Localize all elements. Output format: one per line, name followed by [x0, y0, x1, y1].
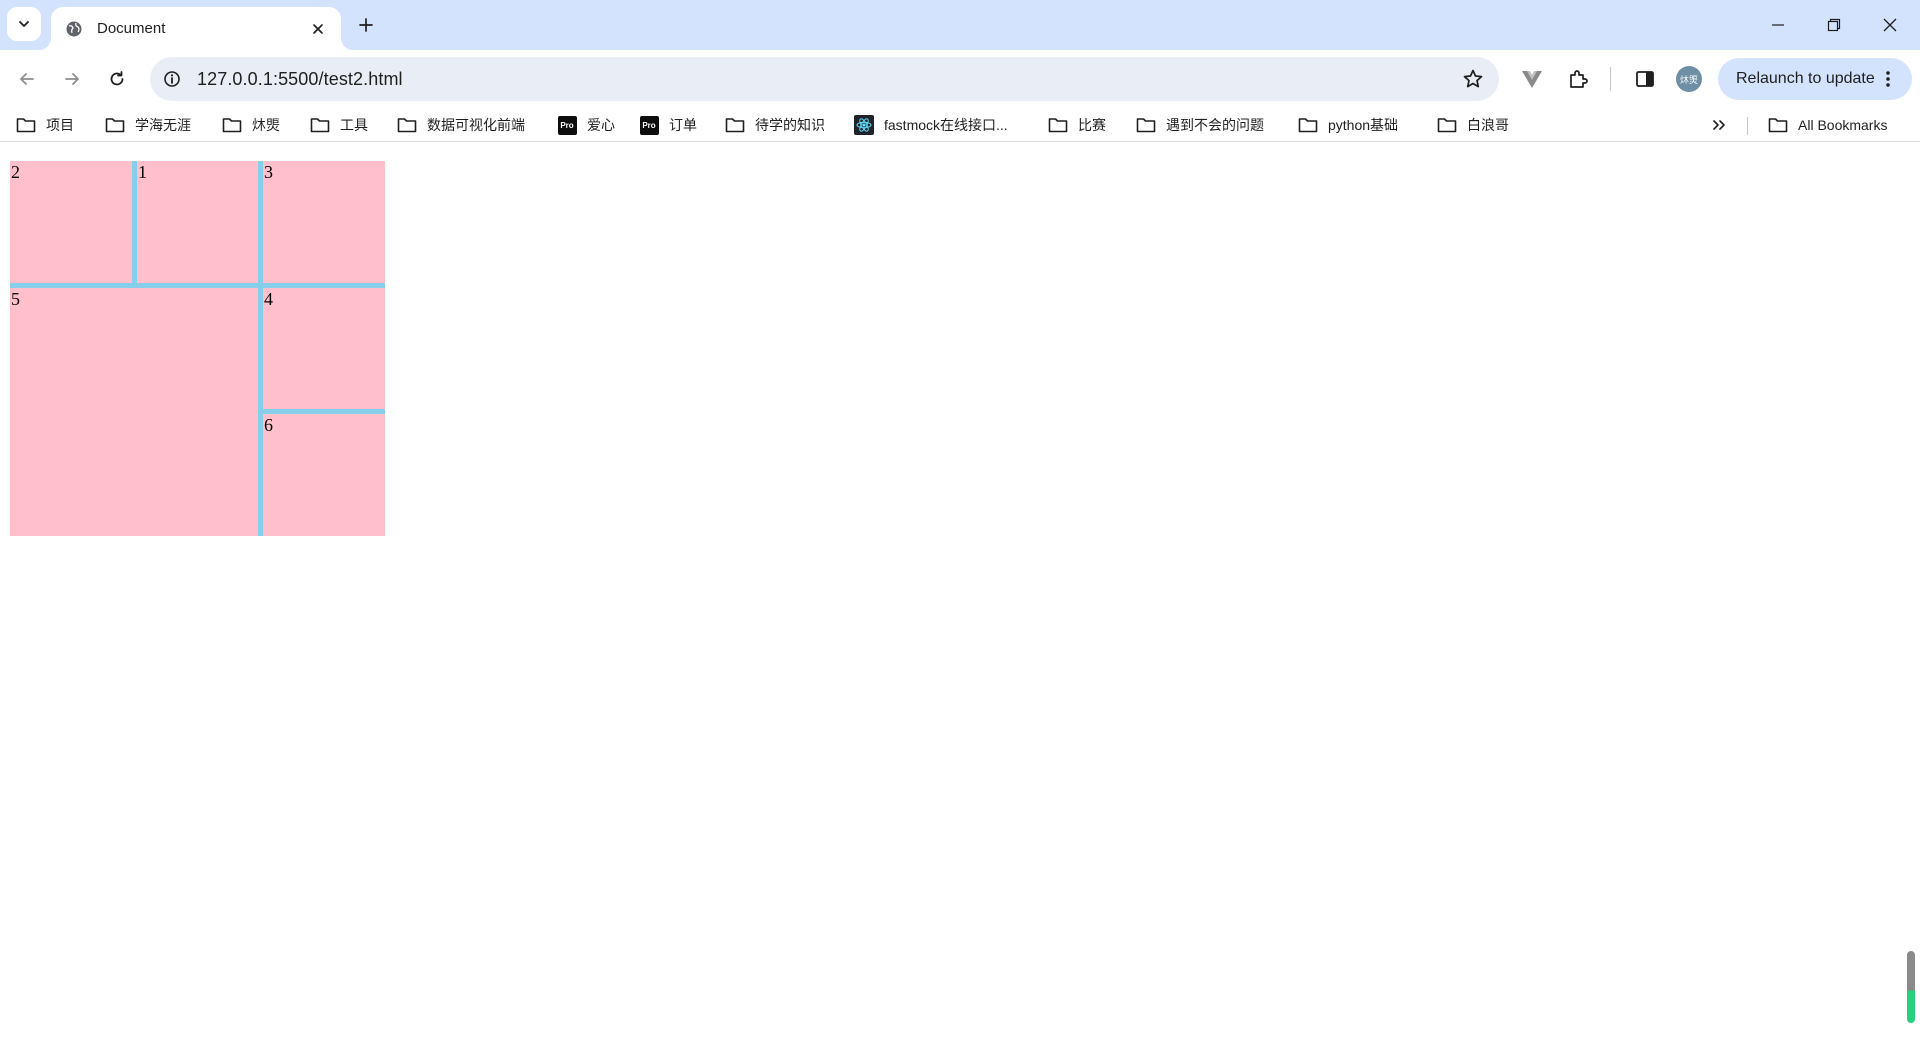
grid-cell: 4 — [263, 288, 385, 409]
bookmark-item[interactable]: 白浪哥 — [1437, 113, 1509, 137]
star-icon — [1463, 69, 1483, 88]
site-info-button[interactable] — [161, 68, 183, 90]
bookmark-item[interactable]: 项目 — [16, 113, 74, 137]
relaunch-to-update-button[interactable]: Relaunch to update — [1718, 58, 1912, 100]
bookmark-item[interactable]: 炑煚 — [222, 113, 280, 137]
bookmark-item[interactable]: Pro 爱心 — [557, 113, 615, 137]
bookmark-label: fastmock在线接口... — [884, 117, 1008, 133]
globe-icon — [65, 20, 83, 38]
all-bookmarks-button[interactable]: All Bookmarks — [1768, 113, 1887, 137]
new-tab-button[interactable] — [351, 10, 381, 40]
bookmark-label: 比赛 — [1078, 117, 1106, 133]
grid-container: 2 1 3 5 4 6 — [10, 161, 385, 536]
scroll-indicator[interactable] — [1907, 951, 1915, 1023]
bookmark-label: 项目 — [46, 117, 74, 133]
folder-icon — [16, 115, 36, 135]
info-icon — [164, 71, 180, 87]
folder-icon — [1768, 115, 1788, 135]
bookmark-label: 工具 — [340, 117, 368, 133]
plus-icon — [359, 18, 373, 32]
minimize-icon — [1772, 24, 1784, 26]
grid-cell: 1 — [137, 161, 258, 283]
profile-avatar[interactable]: 炑煚 — [1676, 66, 1702, 92]
close-icon — [313, 23, 323, 34]
bookmark-item[interactable]: 待学的知识 — [725, 113, 825, 137]
close-window-button[interactable] — [1862, 0, 1918, 50]
puzzle-icon — [1570, 70, 1588, 88]
folder-icon — [1048, 115, 1068, 135]
bookmark-label: 爱心 — [587, 117, 615, 133]
bookmark-item[interactable]: Pro 订单 — [639, 113, 697, 137]
restore-button[interactable] — [1806, 0, 1862, 50]
bookmark-label: 数据可视化前端 — [427, 117, 525, 133]
vue-devtools-icon — [1522, 71, 1542, 88]
close-icon — [1883, 18, 1897, 32]
pro-badge: Pro — [639, 115, 659, 135]
arrow-left-icon — [20, 73, 34, 85]
tab-search-button[interactable] — [7, 7, 41, 41]
folder-icon — [1298, 115, 1318, 135]
restore-icon — [1827, 18, 1841, 32]
grid-cell: 3 — [263, 161, 385, 283]
folder-icon — [725, 115, 745, 135]
folder-icon — [222, 115, 242, 135]
bookmark-label: python基础 — [1328, 117, 1399, 133]
bookmark-label: 待学的知识 — [755, 117, 825, 133]
close-tab-button[interactable] — [307, 18, 329, 40]
bookmarks-bar: 项目 学海无涯 炑煚 工具 数据可视化前端 Pro 爱心 Pro 订单 待学的知… — [0, 108, 1920, 142]
back-button[interactable] — [10, 62, 44, 96]
avatar-text: 炑煚 — [1679, 74, 1698, 85]
bookmark-item[interactable]: 学海无涯 — [105, 113, 191, 137]
bookmark-label: 遇到不会的问题 — [1166, 117, 1264, 133]
extension-vue-button[interactable] — [1519, 66, 1545, 92]
bookmarks-divider — [1747, 117, 1748, 135]
extensions-button[interactable] — [1565, 66, 1591, 92]
react-icon — [854, 115, 874, 135]
browser-toolbar: 127.0.0.1:5500/test2.html 炑煚 Relaunch to… — [0, 50, 1920, 108]
forward-button[interactable] — [55, 62, 89, 96]
bookmark-item[interactable]: fastmock在线接口... — [854, 113, 1008, 137]
bookmark-star-button[interactable] — [1461, 67, 1485, 91]
address-bar[interactable]: 127.0.0.1:5500/test2.html — [150, 57, 1499, 101]
active-tab[interactable]: Document — [51, 7, 341, 50]
toolbar-divider — [1610, 67, 1611, 91]
bookmark-label: 学海无涯 — [135, 117, 191, 133]
grid-cell: 2 — [10, 161, 132, 283]
folder-icon — [310, 115, 330, 135]
bookmark-item[interactable]: 数据可视化前端 — [397, 113, 525, 137]
arrow-right-icon — [65, 73, 79, 85]
bookmark-item[interactable]: 比赛 — [1048, 113, 1106, 137]
url-text[interactable]: 127.0.0.1:5500/test2.html — [197, 69, 403, 90]
pro-icon: Pro — [639, 115, 659, 135]
bookmark-label: 订单 — [669, 117, 697, 133]
folder-icon — [1437, 115, 1457, 135]
pro-icon: Pro — [557, 115, 577, 135]
relaunch-label: Relaunch to update — [1736, 70, 1875, 87]
chevron-down-icon — [19, 21, 29, 27]
minimize-button[interactable] — [1750, 0, 1806, 50]
bookmark-item[interactable]: 工具 — [310, 113, 368, 137]
tab-strip: Document — [0, 0, 1920, 50]
page-viewport: 2 1 3 5 4 6 — [0, 142, 1920, 1042]
folder-icon — [1136, 115, 1156, 135]
grid-cell: 6 — [263, 414, 385, 536]
bookmark-label: 炑煚 — [252, 117, 280, 133]
all-bookmarks-label: All Bookmarks — [1798, 117, 1888, 133]
more-menu-icon[interactable] — [1878, 68, 1898, 90]
pro-badge: Pro — [557, 115, 577, 135]
side-panel-button[interactable] — [1632, 66, 1658, 92]
bookmark-item[interactable]: 遇到不会的问题 — [1136, 113, 1264, 137]
folder-icon — [397, 115, 417, 135]
grid-cell: 5 — [10, 288, 258, 536]
bookmark-item[interactable]: python基础 — [1298, 113, 1398, 137]
bookmarks-overflow-button[interactable] — [1708, 115, 1730, 135]
bookmark-label: 白浪哥 — [1467, 117, 1509, 133]
reload-icon — [110, 71, 124, 86]
tab-title: Document — [97, 20, 166, 37]
reload-button[interactable] — [100, 62, 134, 96]
side-panel-icon — [1636, 71, 1654, 87]
double-chevron-right-icon — [1713, 120, 1725, 130]
folder-icon — [105, 115, 125, 135]
